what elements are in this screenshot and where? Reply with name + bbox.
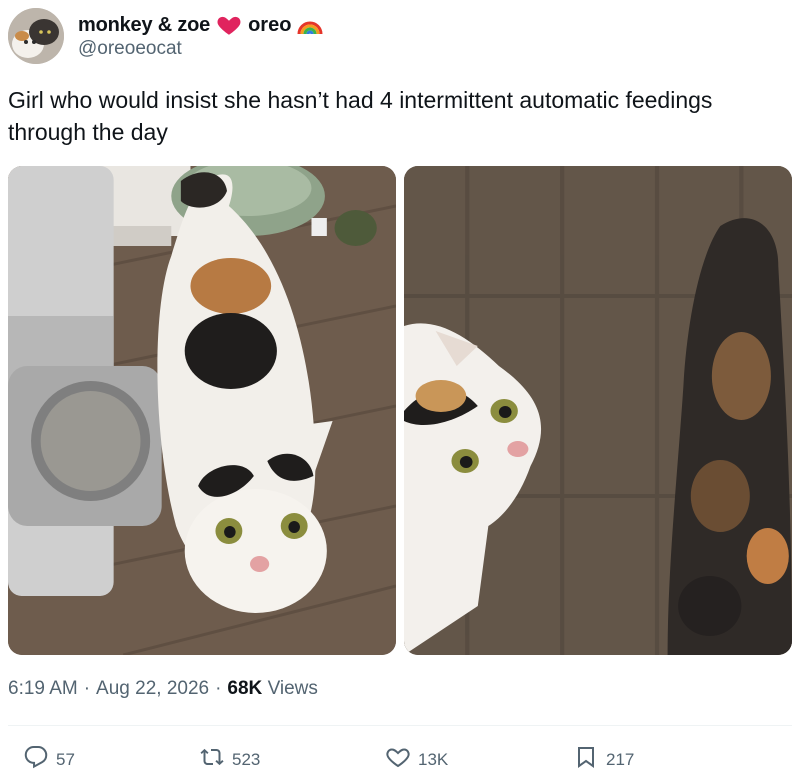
meta-separator-2: · <box>215 678 222 699</box>
meta-separator: · <box>83 678 91 699</box>
rainbow-emoji-icon <box>297 12 323 38</box>
views-label: Views <box>267 678 318 699</box>
photo-1[interactable] <box>8 166 396 655</box>
tweet-date[interactable]: Aug 22, 2026 <box>96 678 209 700</box>
display-name-row[interactable]: monkey & zoe oreo <box>78 12 323 38</box>
heart-icon <box>386 745 410 774</box>
user-handle[interactable]: @oreoeocat <box>78 38 182 60</box>
media-grid <box>8 166 792 655</box>
reply-icon <box>24 745 48 774</box>
tweet-header: monkey & zoe oreo @oreoeocat <box>8 8 792 64</box>
photo-2-image <box>404 166 792 655</box>
photo-1-image <box>8 166 396 655</box>
reply-button[interactable]: 57 <box>24 745 75 774</box>
photo-2[interactable] <box>404 166 792 655</box>
divider <box>8 725 792 726</box>
avatar-image <box>8 8 64 64</box>
repost-button[interactable]: 523 <box>200 745 260 774</box>
tweet-text: Girl who would insist she hasn’t had 4 i… <box>8 87 713 145</box>
reply-count: 57 <box>56 749 75 769</box>
bookmark-count: 217 <box>606 749 635 769</box>
views-count: 68K <box>227 678 263 699</box>
avatar[interactable] <box>8 8 64 64</box>
like-count: 13K <box>418 749 449 769</box>
repost-icon <box>200 745 224 774</box>
heart-emoji-icon <box>216 12 242 38</box>
repost-count: 523 <box>232 749 261 769</box>
tweet-meta: 6:19 AM · Aug 22, 2026 · 68K Views <box>8 678 318 700</box>
tweet-time[interactable]: 6:19 AM <box>8 678 78 700</box>
bookmark-button[interactable]: 217 <box>574 745 634 774</box>
display-name[interactable]: monkey & zoe <box>78 14 210 37</box>
display-name-2[interactable]: oreo <box>248 14 291 37</box>
bookmark-icon <box>574 745 598 774</box>
like-button[interactable]: 13K <box>386 745 448 774</box>
action-bar: 57 523 13K 217 <box>8 745 792 779</box>
